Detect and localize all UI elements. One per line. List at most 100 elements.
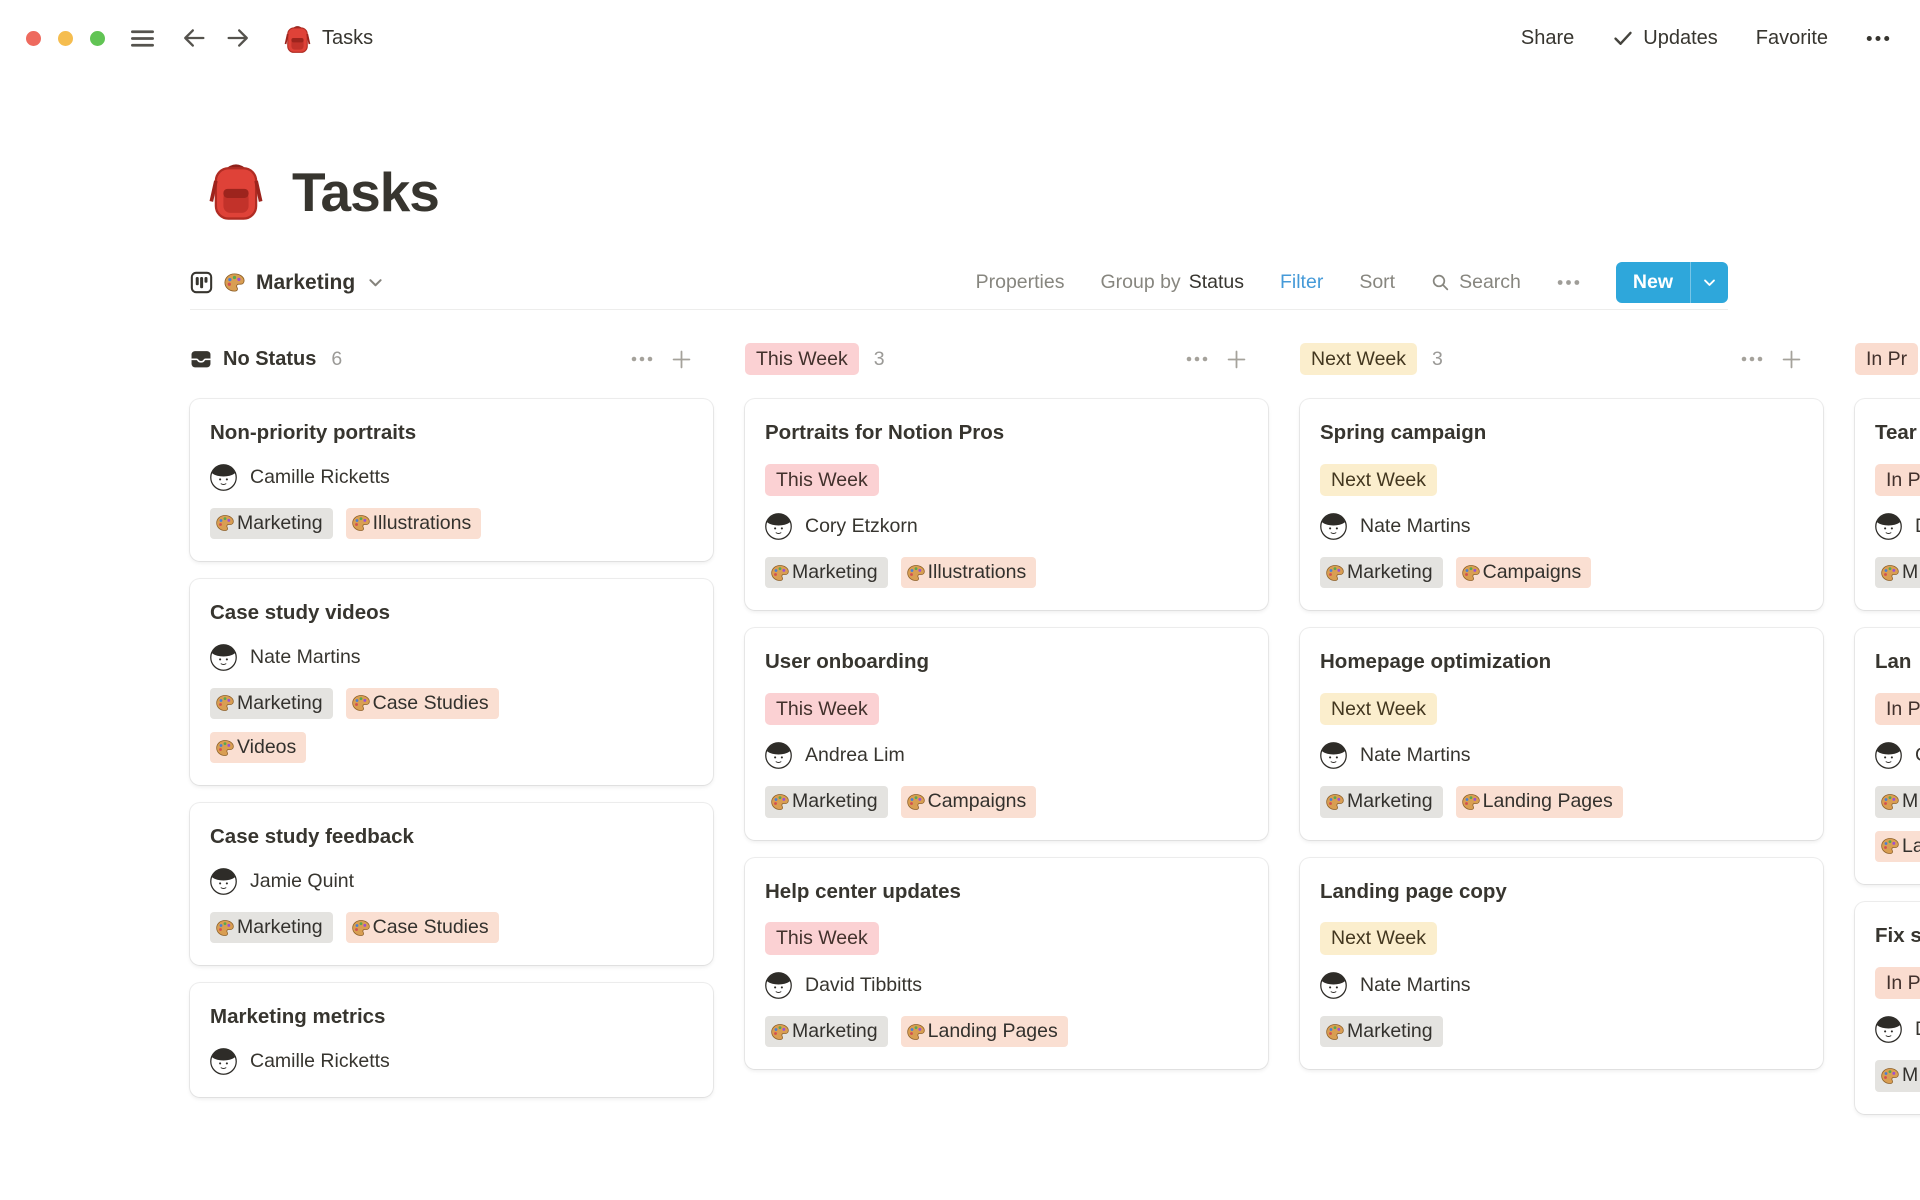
back-arrow-icon[interactable]: [180, 24, 208, 52]
person-row: Camille Ricketts: [210, 464, 693, 491]
palette-icon: [1880, 836, 1900, 856]
more-options-icon[interactable]: [1866, 27, 1890, 50]
person-name: Cory Etzkorn: [805, 515, 918, 538]
palette-icon: [223, 271, 246, 294]
view-name: Marketing: [256, 271, 355, 295]
task-card[interactable]: Tear In P D M: [1855, 399, 1920, 610]
minimize-window-button[interactable]: [58, 31, 73, 46]
column-add-icon[interactable]: [1782, 350, 1801, 369]
avatar: [210, 644, 237, 671]
column-add-icon[interactable]: [672, 350, 691, 369]
palette-icon: [215, 738, 235, 758]
tag: M: [1875, 557, 1920, 588]
avatar: [765, 972, 792, 999]
tag: Marketing: [765, 786, 888, 817]
task-card[interactable]: Portraits for Notion Pros This Week Cory…: [745, 399, 1268, 610]
task-card[interactable]: User onboarding This Week Andrea Lim Mar…: [745, 628, 1268, 839]
task-card[interactable]: Marketing metrics Camille Ricketts: [190, 983, 713, 1097]
forward-arrow-icon[interactable]: [224, 24, 252, 52]
status-pill: This Week: [765, 693, 879, 725]
view-more-options-icon[interactable]: [1557, 271, 1580, 294]
task-card[interactable]: Fix s In P D M: [1855, 902, 1920, 1113]
column-status-pill[interactable]: This Week: [745, 343, 859, 375]
status-row: In P: [1875, 464, 1920, 496]
traffic-lights: [26, 31, 105, 46]
filter-button[interactable]: Filter: [1280, 271, 1323, 294]
avatar: [1320, 513, 1347, 540]
view-selector[interactable]: Marketing: [190, 271, 384, 295]
column-status-pill[interactable]: In Pr: [1855, 343, 1918, 375]
tag: Marketing: [1320, 786, 1443, 817]
status-row: This Week: [765, 464, 1248, 496]
properties-button[interactable]: Properties: [976, 271, 1065, 294]
avatar: [765, 513, 792, 540]
palette-icon: [1325, 563, 1345, 583]
task-card[interactable]: Non-priority portraits Camille Ricketts …: [190, 399, 713, 561]
person-name: Nate Martins: [250, 646, 361, 669]
sidebar-menu-icon[interactable]: [129, 25, 156, 52]
column-no-status: No Status 6 Non-priority portraits Camil…: [190, 340, 713, 1132]
search-button[interactable]: Search: [1431, 271, 1521, 294]
task-card[interactable]: Help center updates This Week David Tibb…: [745, 858, 1268, 1069]
page-title[interactable]: Tasks: [292, 162, 439, 223]
share-button[interactable]: Share: [1521, 27, 1574, 50]
task-card[interactable]: Spring campaign Next Week Nate Martins M…: [1300, 399, 1823, 610]
tag: Marketing: [1320, 1016, 1443, 1047]
kanban-board: No Status 6 Non-priority portraits Camil…: [0, 310, 1920, 1132]
avatar: [1875, 513, 1902, 540]
card-title: Help center updates: [765, 878, 1248, 906]
card-title: User onboarding: [765, 648, 1248, 676]
person-name: Nate Martins: [1360, 744, 1471, 767]
avatar: [765, 742, 792, 769]
tag: Marketing: [1320, 557, 1443, 588]
palette-icon: [351, 513, 371, 533]
person-row: Camille Ricketts: [210, 1048, 693, 1075]
column-header: This Week 3: [745, 340, 1268, 378]
palette-icon: [770, 792, 790, 812]
updates-button[interactable]: Updates: [1612, 27, 1718, 50]
column-add-icon[interactable]: [1227, 350, 1246, 369]
palette-icon: [1325, 1022, 1345, 1042]
column-more-icon[interactable]: [1186, 356, 1208, 362]
zoom-window-button[interactable]: [90, 31, 105, 46]
column-status-pill[interactable]: Next Week: [1300, 343, 1417, 375]
tag: Marketing: [210, 912, 333, 943]
task-card[interactable]: Homepage optimization Next Week Nate Mar…: [1300, 628, 1823, 839]
status-pill: Next Week: [1320, 464, 1437, 496]
column-title[interactable]: No Status: [190, 348, 316, 371]
tags-row: M: [1875, 1060, 1920, 1091]
favorite-button[interactable]: Favorite: [1756, 27, 1828, 50]
palette-icon: [770, 1022, 790, 1042]
card-title: Case study videos: [210, 599, 693, 627]
column-count: 3: [1432, 348, 1443, 371]
palette-icon: [351, 693, 371, 713]
new-button[interactable]: New: [1616, 262, 1690, 303]
new-button-chevron[interactable]: [1690, 262, 1728, 303]
board-view-icon: [190, 271, 213, 294]
sort-button[interactable]: Sort: [1359, 271, 1395, 294]
task-card[interactable]: Case study videos Nate Martins Marketing…: [190, 579, 713, 785]
column-more-icon[interactable]: [631, 356, 653, 362]
tag: Marketing: [765, 557, 888, 588]
task-card[interactable]: Lan In P C M La: [1855, 628, 1920, 884]
person-row: D: [1875, 1016, 1920, 1043]
group-by-button[interactable]: Group by Status: [1100, 271, 1244, 294]
new-button-group: New: [1616, 262, 1728, 303]
tags-row: Marketing Case Studies: [210, 688, 693, 719]
task-card[interactable]: Case study feedback Jamie Quint Marketin…: [190, 803, 713, 965]
search-label: Search: [1459, 271, 1521, 294]
tags-row: La: [1875, 831, 1920, 862]
palette-icon: [1461, 563, 1481, 583]
inbox-icon: [190, 348, 212, 370]
task-card[interactable]: Landing page copy Next Week Nate Martins…: [1300, 858, 1823, 1069]
status-pill: In P: [1875, 693, 1920, 725]
close-window-button[interactable]: [26, 31, 41, 46]
page-backpack-icon[interactable]: [208, 158, 264, 222]
breadcrumb[interactable]: Tasks: [284, 23, 373, 54]
column-more-icon[interactable]: [1741, 356, 1763, 362]
avatar: [210, 464, 237, 491]
person-row: Cory Etzkorn: [765, 513, 1248, 540]
status-pill: Next Week: [1320, 922, 1437, 954]
palette-icon: [1880, 1066, 1900, 1086]
tag: M: [1875, 1060, 1920, 1091]
